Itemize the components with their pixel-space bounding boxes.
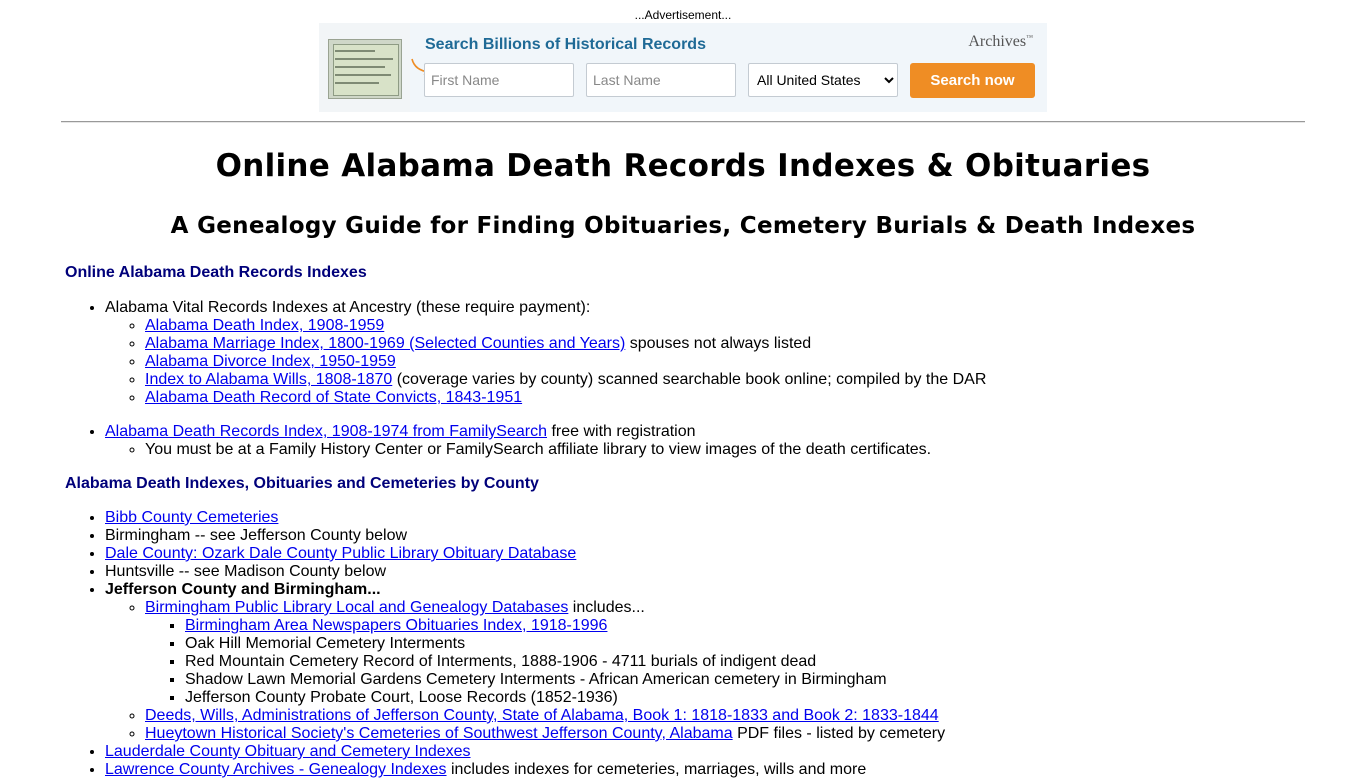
main-content: Online Alabama Death Records Indexes Ala… [65, 264, 1305, 779]
link-note: includes indexes for cemeteries, marriag… [446, 761, 867, 778]
section-heading-by-county: Alabama Death Indexes, Obituaries and Ce… [65, 475, 539, 492]
county-list: Bibb County Cemeteries Birmingham -- see… [65, 509, 1305, 779]
link-state-convicts[interactable]: Alabama Death Record of State Convicts, … [145, 389, 522, 406]
link-hueytown-cemeteries[interactable]: Hueytown Historical Society's Cemeteries… [145, 725, 733, 742]
list-item: Alabama Death Record of State Convicts, … [145, 389, 1305, 407]
list-item: Alabama Death Index, 1908-1959 [145, 317, 1305, 335]
list-item: Alabama Divorce Index, 1950-1959 [145, 353, 1305, 371]
bpl-sublist: Birmingham Area Newspapers Obituaries In… [145, 617, 1305, 707]
ancestry-sublist: Alabama Death Index, 1908-1959 Alabama M… [105, 317, 1305, 407]
link-note: includes... [568, 599, 645, 616]
link-birmingham-public-library[interactable]: Birmingham Public Library Local and Gene… [145, 599, 568, 616]
ad-title: Search Billions of Historical Records [425, 36, 706, 53]
link-note: free with registration [547, 423, 696, 440]
list-item: Hueytown Historical Society's Cemeteries… [145, 725, 1305, 743]
jefferson-county-label: Jefferson County and Birmingham... [105, 581, 381, 598]
familysearch-sublist: You must be at a Family History Center o… [105, 441, 1305, 459]
location-select[interactable]: All United States [748, 63, 898, 97]
list-item: Birmingham Public Library Local and Gene… [145, 599, 1305, 707]
link-dale-county-obituaries[interactable]: Dale County: Ozark Dale County Public Li… [105, 545, 576, 562]
last-name-input[interactable] [586, 63, 736, 97]
page-subtitle: A Genealogy Guide for Finding Obituaries… [170, 213, 1196, 239]
link-birmingham-newspapers-obituaries[interactable]: Birmingham Area Newspapers Obituaries In… [185, 617, 607, 634]
online-indexes-list: Alabama Vital Records Indexes at Ancestr… [65, 299, 1305, 459]
link-bibb-county-cemeteries[interactable]: Bibb County Cemeteries [105, 509, 278, 526]
list-item: Dale County: Ozark Dale County Public Li… [105, 545, 1305, 563]
ancestry-label: Alabama Vital Records Indexes at Ancestr… [105, 299, 591, 316]
list-item: Oak Hill Memorial Cemetery Interments [185, 635, 1305, 653]
list-item: Index to Alabama Wills, 1808-1870 (cover… [145, 371, 1305, 389]
link-alabama-divorce-index[interactable]: Alabama Divorce Index, 1950-1959 [145, 353, 396, 370]
advertisement-label: ...Advertisement... [634, 8, 732, 22]
page-title: Online Alabama Death Records Indexes & O… [215, 148, 1151, 184]
list-item: Huntsville -- see Madison County below [105, 563, 1305, 581]
first-name-input[interactable] [424, 63, 574, 97]
list-item: Lauderdale County Obituary and Cemetery … [105, 743, 1305, 761]
list-item: Jefferson County and Birmingham... Birmi… [105, 581, 1305, 743]
jefferson-sublist: Birmingham Public Library Local and Gene… [105, 599, 1305, 743]
search-now-button[interactable]: Search now [910, 63, 1035, 98]
ad-search-panel: Search Billions of Historical Records Ar… [410, 23, 1047, 112]
archives-logo: Archives™ [968, 33, 1033, 50]
link-alabama-wills-index[interactable]: Index to Alabama Wills, 1808-1870 [145, 371, 392, 388]
divider [61, 121, 1305, 123]
list-item: You must be at a Family History Center o… [145, 441, 1305, 459]
list-item: Red Mountain Cemetery Record of Intermen… [185, 653, 1305, 671]
list-item: Birmingham -- see Jefferson County below [105, 527, 1305, 545]
link-lauderdale-county[interactable]: Lauderdale County Obituary and Cemetery … [105, 743, 471, 760]
list-item: Alabama Marriage Index, 1800-1969 (Selec… [145, 335, 1305, 353]
section-heading-online-indexes: Online Alabama Death Records Indexes [65, 264, 367, 281]
link-alabama-marriage-index[interactable]: Alabama Marriage Index, 1800-1969 (Selec… [145, 335, 625, 352]
list-item: Birmingham Area Newspapers Obituaries In… [185, 617, 1305, 635]
list-item: Shadow Lawn Memorial Gardens Cemetery In… [185, 671, 1305, 689]
list-item: Deeds, Wills, Administrations of Jeffers… [145, 707, 1305, 725]
link-note: (coverage varies by county) scanned sear… [392, 371, 987, 388]
ad-banner[interactable]: Search Billions of Historical Records Ar… [319, 23, 1047, 112]
link-note: PDF files - listed by cemetery [732, 725, 946, 742]
link-alabama-death-index[interactable]: Alabama Death Index, 1908-1959 [145, 317, 384, 334]
link-jefferson-deeds-wills[interactable]: Deeds, Wills, Administrations of Jeffers… [145, 707, 939, 724]
link-note: spouses not always listed [625, 335, 812, 352]
list-item: Bibb County Cemeteries [105, 509, 1305, 527]
list-item: Alabama Vital Records Indexes at Ancestr… [105, 299, 1305, 407]
record-thumbnail-icon [328, 39, 402, 99]
list-item: Jefferson County Probate Court, Loose Re… [185, 689, 1305, 707]
link-familysearch-death-records[interactable]: Alabama Death Records Index, 1908-1974 f… [105, 423, 547, 440]
list-item: Alabama Death Records Index, 1908-1974 f… [105, 423, 1305, 459]
link-lawrence-county-archives[interactable]: Lawrence County Archives - Genealogy Ind… [105, 761, 447, 778]
list-item: Lawrence County Archives - Genealogy Ind… [105, 761, 1305, 779]
